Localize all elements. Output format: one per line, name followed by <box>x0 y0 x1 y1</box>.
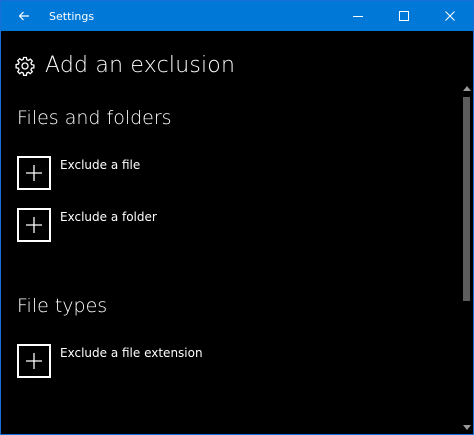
minimize-icon <box>353 16 363 17</box>
exclude-file-extension-button[interactable]: Exclude a file extension <box>17 344 203 378</box>
settings-content: Add an exclusion Files and folders Exclu… <box>1 31 462 434</box>
close-button[interactable] <box>427 1 473 31</box>
back-button[interactable] <box>1 1 47 31</box>
arrow-left-icon <box>18 11 29 21</box>
section-title-files-and-folders: Files and folders <box>17 107 172 129</box>
exclude-file-button[interactable]: Exclude a file <box>17 156 140 190</box>
add-file-extension-box <box>17 344 51 378</box>
add-file-box <box>17 156 51 190</box>
page-title: Add an exclusion <box>45 53 236 78</box>
plus-icon <box>26 353 42 369</box>
window-title: Settings <box>49 9 95 23</box>
maximize-button[interactable] <box>381 1 427 31</box>
chevron-up-icon <box>462 85 471 91</box>
plus-icon <box>26 165 42 181</box>
scrollbar-thumb[interactable] <box>463 97 470 301</box>
maximize-icon <box>399 11 409 21</box>
plus-icon <box>26 217 42 233</box>
close-icon <box>445 11 455 21</box>
exclude-file-extension-label: Exclude a file extension <box>60 346 203 360</box>
scroll-up-button[interactable] <box>461 83 472 93</box>
vertical-scrollbar[interactable] <box>461 31 472 434</box>
add-folder-box <box>17 208 51 242</box>
section-title-file-types: File types <box>17 295 108 317</box>
minimize-button[interactable] <box>335 1 381 31</box>
scroll-down-button[interactable] <box>461 422 472 432</box>
gear-icon <box>15 56 35 76</box>
exclude-folder-button[interactable]: Exclude a folder <box>17 208 157 242</box>
title-bar: Settings <box>1 1 473 31</box>
chevron-down-icon <box>462 424 471 430</box>
settings-window: Settings Add an exclusion Files and fold… <box>0 0 474 435</box>
exclude-folder-label: Exclude a folder <box>60 210 157 224</box>
exclude-file-label: Exclude a file <box>60 158 141 172</box>
page-header: Add an exclusion <box>15 53 235 78</box>
